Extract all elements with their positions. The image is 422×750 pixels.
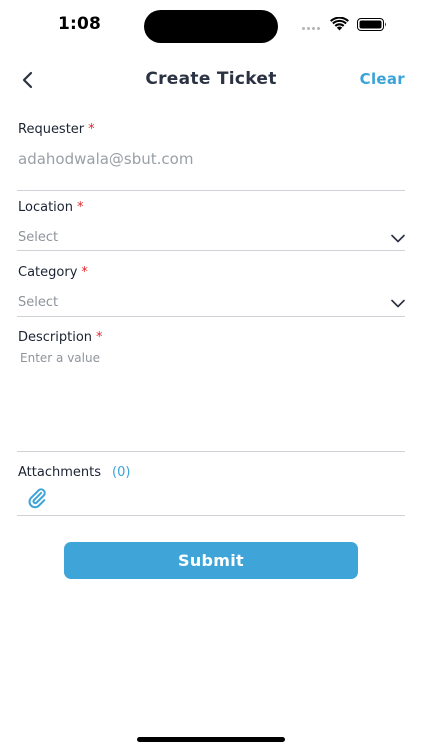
category-select-value: Select (18, 295, 59, 310)
location-select-value: Select (18, 230, 59, 245)
description-label-text: Description (18, 330, 93, 345)
location-label: Location * (18, 200, 83, 215)
attachments-label: Attachments (18, 465, 101, 480)
divider (17, 250, 405, 251)
requester-value: adahodwala@sbut.com (18, 150, 194, 168)
home-indicator (137, 737, 285, 742)
requester-label-text: Requester (18, 122, 85, 137)
divider (17, 190, 405, 191)
cellular-signal-icon (302, 27, 320, 30)
divider (17, 515, 405, 516)
clear-button[interactable]: Clear (360, 70, 405, 88)
chevron-down-icon (391, 234, 405, 243)
chevron-down-icon (391, 299, 405, 308)
required-marker: * (76, 200, 84, 215)
description-textarea[interactable]: Enter a value (17, 348, 405, 448)
description-label: Description * (18, 330, 103, 345)
attachments-count: (0) (112, 465, 131, 480)
dynamic-island (144, 10, 278, 43)
submit-button[interactable]: Submit (64, 542, 358, 579)
category-label: Category * (18, 265, 88, 280)
category-select[interactable]: Select (17, 288, 405, 318)
location-label-text: Location (18, 200, 73, 215)
wifi-icon (330, 17, 349, 31)
requester-label: Requester * (18, 122, 95, 137)
description-placeholder: Enter a value (20, 351, 100, 365)
divider (17, 451, 405, 452)
divider (17, 316, 405, 317)
required-marker: * (96, 330, 103, 345)
required-marker: * (81, 265, 88, 280)
location-select[interactable]: Select (17, 223, 405, 253)
required-marker: * (88, 122, 95, 137)
status-time: 1:08 (58, 14, 102, 34)
paperclip-icon[interactable] (26, 487, 48, 509)
category-label-text: Category (18, 265, 78, 280)
battery-icon (357, 18, 386, 31)
